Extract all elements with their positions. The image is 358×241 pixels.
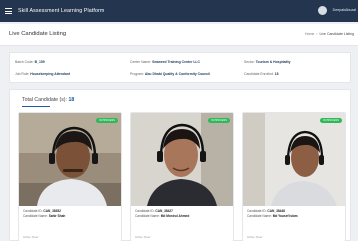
center-name: Center Name: Seaweed Training Center LLC <box>130 60 200 64</box>
candidate-info: Candidate ID: CAN_38427 Candidate Name: … <box>135 209 189 219</box>
candidate-video-feed[interactable] <box>131 113 234 206</box>
enrolled-label: Candidate Enrolled: <box>244 72 274 76</box>
app-header: Skill Assessment Learning Platform Deepa… <box>0 0 358 22</box>
status-badge: IN PROCESS <box>208 118 230 123</box>
candidate-timer: Active Timer <box>247 235 263 239</box>
job-role-label: Job Role: <box>15 72 30 76</box>
candidate-name-label: Candidate Name: <box>23 214 48 218</box>
breadcrumb-home[interactable]: Home <box>305 32 314 36</box>
center-name-value: Seaweed Training Center LLC <box>152 60 200 64</box>
candidate-video-feed[interactable] <box>19 113 122 206</box>
menu-icon[interactable] <box>5 8 12 14</box>
breadcrumb: Home › Live Candidate Listing <box>305 32 354 36</box>
program-value: Abu Dhabi Quality & Conformity Council <box>144 72 211 76</box>
candidate-name: Md Yousef Islam <box>272 214 298 218</box>
candidate-info: Candidate ID: CAN_38352 Candidate Name: … <box>23 209 65 219</box>
candidate-id-label: Candidate ID: <box>135 209 155 213</box>
status-badge: IN PROCESS <box>320 118 342 123</box>
batch-code-label: Batch Code: <box>15 60 34 64</box>
candidate-id: CAN_38352 <box>43 209 61 213</box>
sector: Sector: Tourism & Hospitality <box>244 60 291 64</box>
candidate-id-label: Candidate ID: <box>247 209 267 213</box>
breadcrumb-current: Live Candidate Listing <box>319 32 354 36</box>
batch-info-card: Batch Code: B_159 Center Name: Seaweed T… <box>9 52 351 83</box>
center-name-label: Center Name: <box>130 60 152 64</box>
candidates-panel: Total Candidate (s): 18 IN PROCESS Candi… <box>9 89 351 241</box>
program: Program: Abu Dhabi Quality & Conformity … <box>130 72 210 76</box>
status-badge: IN PROCESS <box>96 118 118 123</box>
breadcrumb-separator: › <box>316 32 318 36</box>
candidate-card[interactable]: IN PROCESS Candidate ID: CAN_38448 Candi… <box>242 112 346 241</box>
sector-label: Sector: <box>244 60 255 64</box>
page-title: Live Candidate Listing <box>9 31 67 37</box>
batch-code-value: B_159 <box>34 60 45 64</box>
job-role-value: Housekeeping Attendant <box>30 72 71 76</box>
candidate-enrolled: Candidate Enrolled: 18 <box>244 72 279 76</box>
candidate-id-label: Candidate ID: <box>23 209 43 213</box>
candidate-name-label: Candidate Name: <box>135 214 160 218</box>
total-candidates-label: Total Candidate (s): <box>22 97 67 103</box>
candidate-card[interactable]: IN PROCESS Candidate ID: CAN_38427 Candi… <box>130 112 234 241</box>
candidate-id: CAN_38448 <box>267 209 285 213</box>
total-candidates: Total Candidate (s): 18 <box>22 97 74 103</box>
job-role: Job Role: Housekeeping Attendant <box>15 72 70 76</box>
user-name[interactable]: DeepakAbuzal <box>333 8 356 12</box>
program-label: Program: <box>130 72 144 76</box>
enrolled-value: 18 <box>274 72 279 76</box>
candidate-timer: Active Timer <box>135 235 151 239</box>
sector-value: Tourism & Hospitality <box>255 60 291 64</box>
section-underline <box>22 106 50 107</box>
total-candidates-count: 18 <box>68 97 75 103</box>
app-title: Skill Assessment Learning Platform <box>18 8 105 14</box>
page-header: Live Candidate Listing Home › Live Candida… <box>0 24 358 46</box>
candidate-name-label: Candidate Name: <box>247 214 272 218</box>
user-avatar[interactable] <box>318 6 327 15</box>
candidate-info: Candidate ID: CAN_38448 Candidate Name: … <box>247 209 298 219</box>
candidate-name: Sahir Shah <box>48 214 66 218</box>
candidate-name: Md Monirul Ahmed <box>160 214 190 218</box>
candidate-video-feed[interactable] <box>243 113 346 206</box>
batch-code: Batch Code: B_159 <box>15 60 45 64</box>
candidate-id: CAN_38427 <box>155 209 173 213</box>
candidate-card[interactable]: IN PROCESS Candidate ID: CAN_38352 Candi… <box>18 112 122 241</box>
candidate-timer: Active Timer <box>23 235 39 239</box>
